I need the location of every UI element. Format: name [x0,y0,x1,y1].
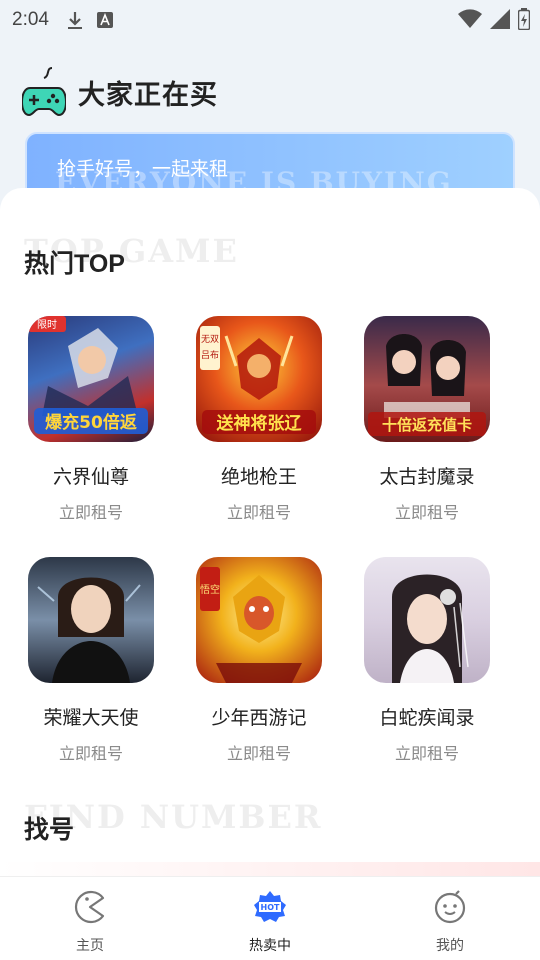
game-cover-image [364,557,490,683]
rent-now-link[interactable]: 立即租号 [357,740,497,764]
rent-now-link[interactable]: 立即租号 [21,740,161,764]
svg-text:送神将张辽: 送神将张辽 [217,413,303,434]
game-cover-image [28,557,154,683]
rent-now-link[interactable]: 立即租号 [189,499,329,523]
download-icon [67,10,83,30]
nav-label-home: 主页 [76,937,104,953]
nav-item-home[interactable]: 主页 [0,877,180,960]
svg-text:吕布: 吕布 [201,349,219,361]
find-section-title: 找号 [24,816,75,844]
game-card[interactable]: 白蛇疾闻录 立即租号 [357,557,497,764]
bottom-nav: 主页 HOT 热卖中 我的 [0,876,540,960]
game-card[interactable]: 无双 吕布 送神将张辽 绝地枪王 立即租号 [189,316,329,523]
rent-now-link[interactable]: 立即租号 [21,499,161,523]
nav-label-mine: 我的 [436,937,464,953]
game-cover-image: 悟空 [196,557,322,683]
svg-text:悟空: 悟空 [200,583,220,596]
wifi-icon [458,9,482,33]
hot-section-title: 热门TOP [24,250,125,278]
svg-text:十倍返充值卡: 十倍返充值卡 [382,416,472,434]
svg-text:限时: 限时 [37,319,57,331]
game-name: 绝地枪王 [220,467,297,488]
smiley-face-icon [432,889,468,925]
svg-text:爆充50倍返: 爆充50倍返 [45,412,137,433]
game-cover-image: 限时 爆充50倍返 [28,316,154,442]
svg-text:HOT: HOT [261,903,280,912]
banner-text: 抢手好号，一起来租 [57,159,229,180]
game-cover-image: 无双 吕布 送神将张辽 [196,316,322,442]
rent-now-link[interactable]: 立即租号 [189,740,329,764]
game-card[interactable]: 限时 爆充50倍返 六界仙尊 立即租号 [21,316,161,523]
nav-item-hot[interactable]: HOT 热卖中 [180,877,360,960]
game-name: 荣耀大天使 [43,708,139,729]
pacman-home-icon [72,889,108,925]
nav-item-mine[interactable]: 我的 [360,877,540,960]
a-notification-icon [96,12,113,28]
game-name: 少年西游记 [211,708,307,729]
hot-badge-icon: HOT [252,889,288,925]
game-card[interactable]: 悟空 少年西游记 立即租号 [189,557,329,764]
status-bar: 2:04 [0,0,540,40]
game-card[interactable]: 荣耀大天使 立即租号 [21,557,161,764]
status-time: 2:04 [12,9,49,30]
svg-text:无双: 无双 [201,334,219,345]
battery-icon [517,8,531,34]
game-name: 白蛇疾闻录 [379,708,475,729]
main-card: TOP GAME 热门TOP 限时 爆充50倍返 六界仙尊 立即租号 无双 吕布… [0,188,540,888]
page-title: 大家正在买 [78,79,218,110]
game-card[interactable]: 十倍返充值卡 太古封魔录 立即租号 [357,316,497,523]
gamepad-icon [20,66,68,118]
game-cover-image: 十倍返充值卡 [364,316,490,442]
game-name: 太古封魔录 [379,467,475,488]
signal-icon [490,9,510,33]
rent-now-link[interactable]: 立即租号 [357,499,497,523]
game-name: 六界仙尊 [52,467,129,488]
nav-label-hot: 热卖中 [249,937,291,953]
page-header: 大家正在买 [20,66,218,118]
